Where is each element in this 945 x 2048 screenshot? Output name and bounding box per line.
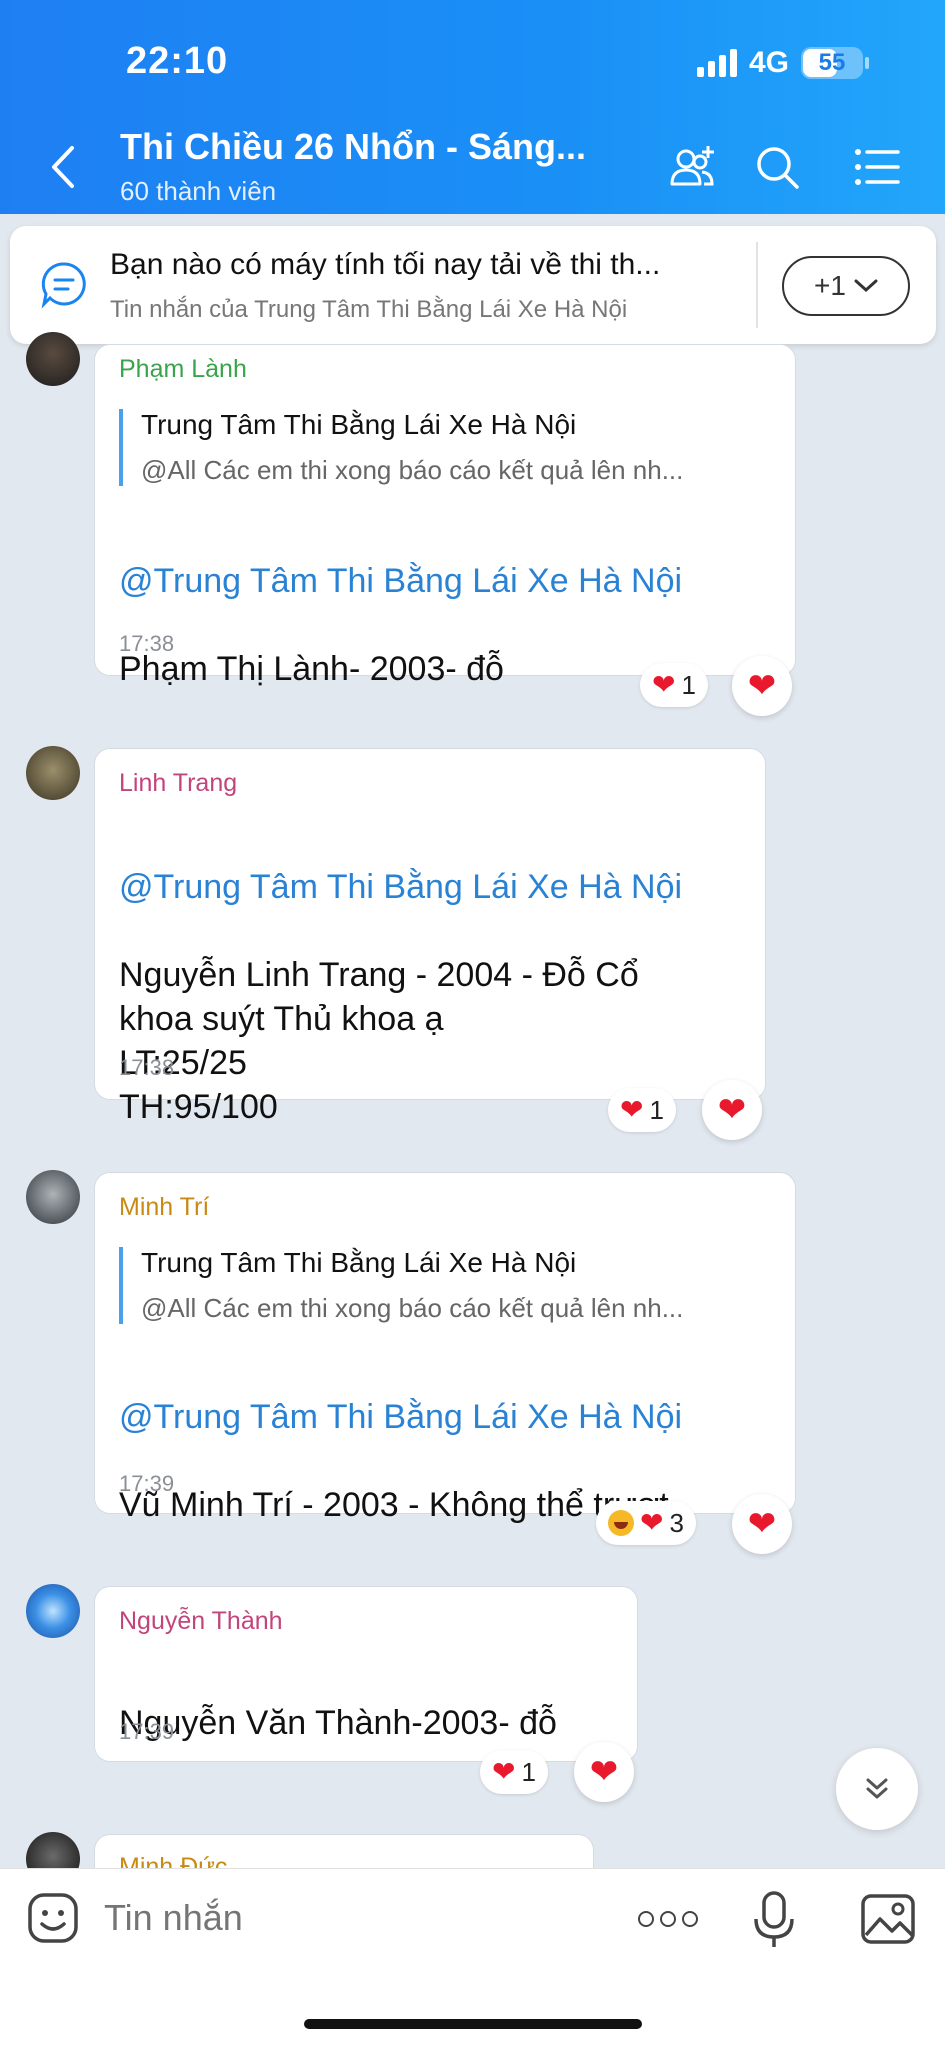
sender-name: Minh Trí	[119, 1193, 210, 1221]
menu-icon[interactable]	[852, 142, 902, 192]
search-icon[interactable]	[752, 142, 802, 192]
message-text: @Trung Tâm Thi Bằng Lái Xe Hà Nội Phạm T…	[119, 515, 682, 691]
heart-icon: ❤	[652, 669, 676, 700]
mention-link[interactable]: @Trung Tâm Thi Bằng Lái Xe Hà Nội	[119, 559, 682, 603]
home-indicator	[304, 2019, 642, 2029]
chat-bubble-icon	[41, 262, 86, 309]
heart-icon: ❤	[747, 1505, 777, 1543]
pinned-source: Tin nhắn của Trung Tâm Thi Bằng Lái Xe H…	[110, 296, 628, 323]
message-text: @Trung Tâm Thi Bằng Lái Xe Hà Nội Vũ Min…	[119, 1351, 682, 1527]
avatar[interactable]	[26, 746, 80, 800]
add-member-icon[interactable]	[668, 142, 718, 192]
message-time: 17:39	[119, 1471, 175, 1496]
double-chevron-down-icon	[866, 1778, 888, 1799]
back-icon[interactable]	[48, 142, 78, 192]
message-input[interactable]	[104, 1897, 584, 1939]
battery-level: 55	[818, 49, 846, 76]
reaction-count: 3	[669, 1507, 684, 1538]
heart-icon: ❤	[620, 1094, 644, 1125]
quote-text: @All Các em thi xong báo cáo kết quả lên…	[141, 1293, 684, 1323]
message-bubble[interactable]: Nguyễn Thành Nguyễn Văn Thành-2003- đỗ 1…	[94, 1586, 638, 1762]
pinned-text: Bạn nào có máy tính tối nay tải về thi t…	[110, 248, 661, 281]
network-label: 4G	[748, 46, 789, 79]
message-body: Nguyễn Linh Trang - 2004 - Đỗ Cổ khoa su…	[119, 956, 639, 1126]
quote-text: @All Các em thi xong báo cáo kết quả lên…	[141, 455, 684, 485]
reaction-summary[interactable]: ❤ 1	[480, 1750, 548, 1794]
avatar[interactable]	[26, 1584, 80, 1638]
message-bubble[interactable]: Phạm Lành Trung Tâm Thi Bằng Lái Xe Hà N…	[94, 344, 796, 688]
reaction-summary[interactable]: ❤ 1	[608, 1088, 676, 1132]
member-count[interactable]: 60 thành viên	[120, 176, 276, 207]
sticker-icon[interactable]	[26, 1891, 80, 1945]
heart-icon: ❤	[589, 1753, 619, 1791]
message-time: 17:38	[119, 631, 175, 656]
heart-icon: ❤	[640, 1507, 664, 1538]
avatar[interactable]	[26, 1170, 80, 1224]
reaction-count: 1	[521, 1756, 536, 1787]
react-button[interactable]: ❤	[574, 1742, 634, 1802]
sender-name: Phạm Lành	[119, 355, 247, 383]
quote-title: Trung Tâm Thi Bằng Lái Xe Hà Nội	[141, 409, 577, 440]
more-options-button[interactable]	[638, 1907, 698, 1931]
scroll-to-bottom-button[interactable]	[836, 1748, 918, 1830]
react-button[interactable]: ❤	[732, 1494, 792, 1554]
pinned-more-button[interactable]: +1	[782, 256, 910, 316]
mention-link[interactable]: @Trung Tâm Thi Bằng Lái Xe Hà Nội	[119, 1395, 682, 1439]
quote-title: Trung Tâm Thi Bằng Lái Xe Hà Nội	[141, 1247, 577, 1278]
status-icons: 4G 55	[696, 46, 869, 80]
message-time: 17:38	[119, 1055, 175, 1080]
reaction-summary[interactable]: ❤ 3	[596, 1501, 696, 1545]
message-body: Nguyễn Văn Thành-2003- đỗ	[119, 1704, 557, 1742]
image-icon[interactable]	[860, 1893, 916, 1945]
message-text: Nguyễn Văn Thành-2003- đỗ	[119, 1657, 557, 1745]
signal-icon	[696, 49, 737, 77]
chat-header: 22:10 4G 55 Thi Chiều 26 Nhổn - Sáng... …	[0, 0, 945, 214]
heart-icon: ❤	[717, 1091, 747, 1129]
message-bubble[interactable]: Minh Trí Trung Tâm Thi Bằng Lái Xe Hà Nộ…	[94, 1172, 796, 1524]
mention-link[interactable]: @Trung Tâm Thi Bằng Lái Xe Hà Nội	[119, 865, 682, 909]
message-body: Phạm Thị Lành- 2003- đỗ	[119, 650, 504, 688]
status-time: 22:10	[126, 40, 229, 82]
react-button[interactable]: ❤	[702, 1080, 762, 1140]
reaction-count: 1	[649, 1094, 664, 1125]
avatar[interactable]	[26, 332, 80, 386]
chevron-down-icon	[854, 279, 878, 293]
message-bubble[interactable]: Linh Trang @Trung Tâm Thi Bằng Lái Xe Hà…	[94, 748, 766, 1126]
heart-icon: ❤	[492, 1756, 516, 1787]
battery-icon: 55	[801, 47, 869, 79]
laugh-icon	[608, 1510, 634, 1536]
message-body: Vũ Minh Trí - 2003 - Không thể trượt	[119, 1486, 669, 1524]
chat-title[interactable]: Thi Chiều 26 Nhổn - Sáng...	[120, 126, 586, 168]
quoted-message[interactable]: Trung Tâm Thi Bằng Lái Xe Hà Nội @All Cá…	[119, 409, 683, 486]
reaction-count: 1	[681, 669, 696, 700]
message-time: 17:39	[119, 1719, 175, 1744]
reaction-summary[interactable]: ❤ 1	[640, 663, 708, 707]
quoted-message[interactable]: Trung Tâm Thi Bằng Lái Xe Hà Nội @All Cá…	[119, 1247, 683, 1324]
heart-icon: ❤	[747, 667, 777, 705]
microphone-icon[interactable]	[752, 1889, 796, 1949]
message-text: @Trung Tâm Thi Bằng Lái Xe Hà Nội Nguyễn…	[119, 821, 682, 1129]
react-button[interactable]: ❤	[732, 656, 792, 716]
message-composer	[0, 1868, 945, 2048]
pinned-message-bar[interactable]: Bạn nào có máy tính tối nay tải về thi t…	[10, 226, 936, 344]
sender-name: Linh Trang	[119, 769, 238, 797]
pinned-more-label: +1	[814, 270, 846, 301]
divider	[756, 242, 758, 328]
sender-name: Nguyễn Thành	[119, 1607, 283, 1635]
